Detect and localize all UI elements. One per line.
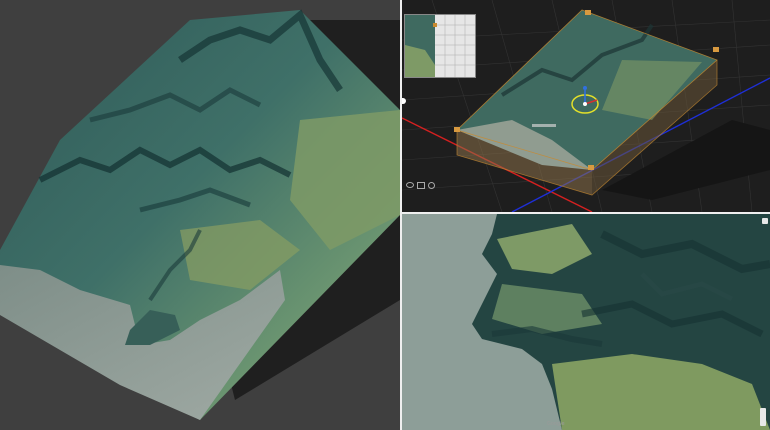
editor-viewport[interactable] (402, 0, 770, 212)
globe-icon[interactable] (428, 182, 435, 189)
fullscreen-button[interactable] (762, 218, 768, 224)
map-controls[interactable] (760, 408, 766, 426)
bbox-corner-t (585, 10, 591, 15)
minimap[interactable] (404, 14, 476, 78)
bbox-corner-l (454, 127, 460, 132)
perspective-terrain-view[interactable] (0, 0, 400, 430)
satellite-view[interactable]: Google (402, 214, 770, 430)
bbox-corner-tr (713, 47, 719, 52)
object-label (532, 124, 556, 127)
satellite-image (402, 214, 770, 430)
camera-icon[interactable] (417, 182, 425, 189)
bbox-corner-br (588, 165, 594, 170)
google-attribution: Google (547, 421, 565, 427)
minimap-content (405, 15, 475, 77)
eye-icon[interactable] (406, 182, 414, 188)
terrain-render (0, 9, 400, 420)
